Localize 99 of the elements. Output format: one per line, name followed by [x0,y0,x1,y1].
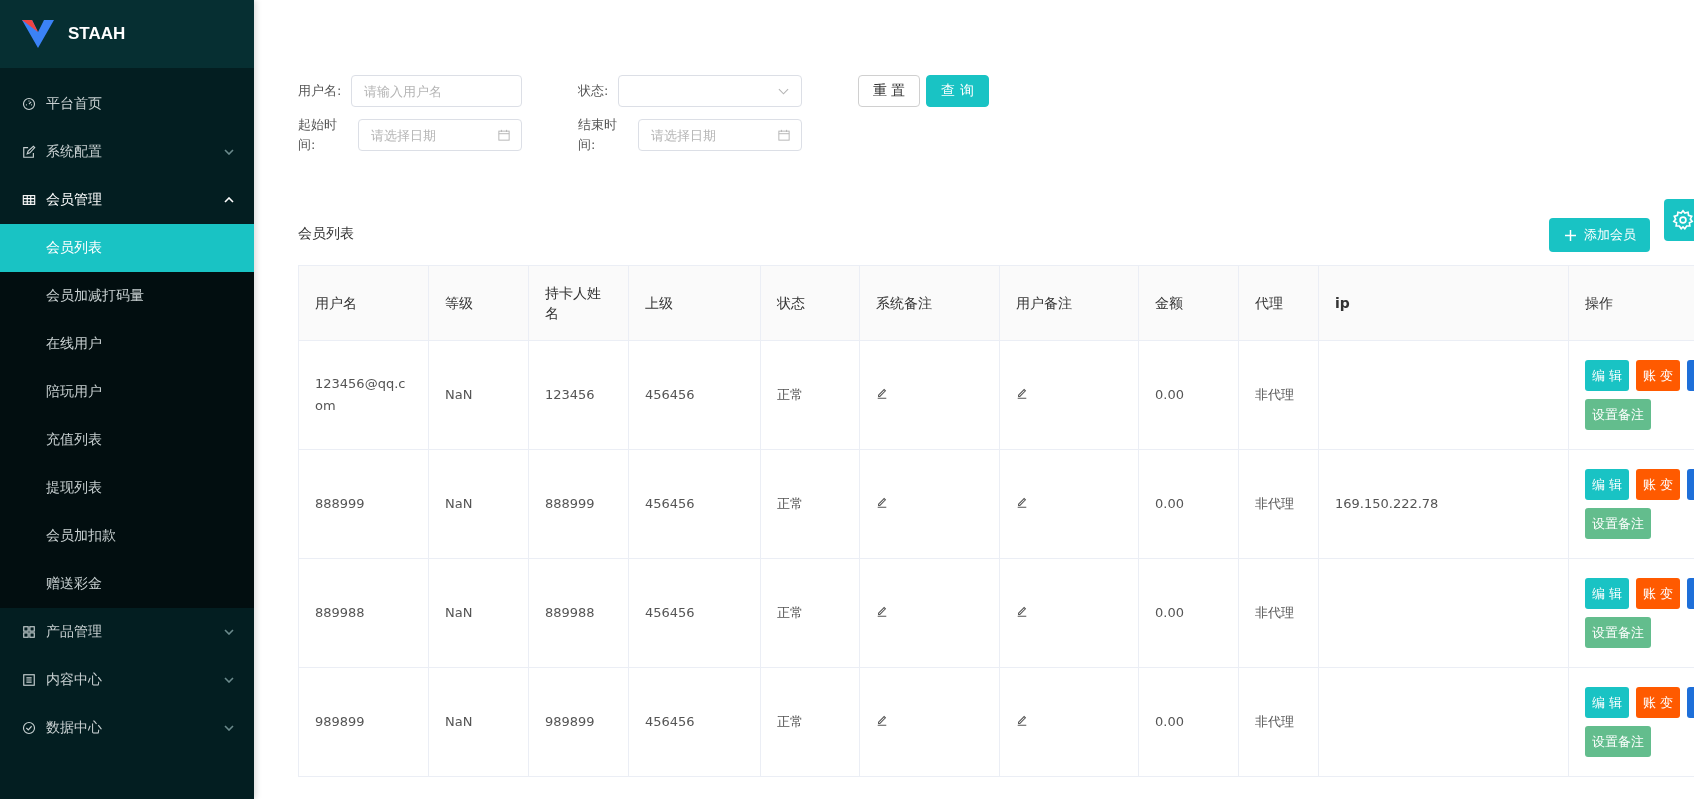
column-header: 用户名 [315,295,357,311]
edit-button[interactable]: 编 辑 [1585,578,1630,609]
submenu-item[interactable]: 赠送彩金 [0,560,254,608]
menu-item[interactable]: 数据中心 [0,704,254,752]
table-cell: 123456@qq.com [315,376,406,413]
pencil-icon[interactable] [876,496,888,508]
submenu-item[interactable]: 提现列表 [0,464,254,512]
grid-icon [22,193,36,207]
column-header: 上级 [645,295,673,311]
table-cell: 456456 [645,496,695,511]
pencil-icon[interactable] [876,387,888,399]
menu-item[interactable]: 会员管理 [0,176,254,224]
table-cell: 989899 [315,714,365,729]
table-cell: 非代理 [1255,605,1294,620]
table-cell: 456456 [645,387,695,402]
edit-icon [22,145,36,159]
ledger-button[interactable]: 账 变 [1636,687,1681,718]
ledger-button[interactable]: 账 变 [1636,578,1681,609]
pencil-icon[interactable] [1016,605,1028,617]
table-cell: 989899 [545,714,595,729]
note-button[interactable]: 设置备注 [1585,508,1651,539]
column-header: 金额 [1155,295,1183,311]
search-button[interactable]: 查 询 [926,75,989,107]
table-cell: 169.150.222.78 [1335,496,1439,511]
submenu-item[interactable]: 会员加扣款 [0,512,254,560]
table-cell: 456456 [645,714,695,729]
table-cell: NaN [445,496,473,511]
note-button[interactable]: 设置备注 [1585,726,1651,757]
pencil-icon[interactable] [1016,496,1028,508]
submenu-item[interactable]: 会员列表 [0,224,254,272]
table-cell: 889988 [315,605,365,620]
pencil-icon[interactable] [1016,387,1028,399]
table-cell: 非代理 [1255,496,1294,511]
dashboard-icon [22,97,36,111]
submenu-item[interactable]: 会员加减打码量 [0,272,254,320]
section-title: 会员列表 [298,225,354,243]
submenu-item[interactable]: 充值列表 [0,416,254,464]
pencil-icon[interactable] [876,714,888,726]
date-field[interactable]: 请选择日期 [638,119,802,151]
column-header: 用户备注 [1016,295,1072,311]
table-cell: 888999 [315,496,365,511]
table-cell: 123456 [545,387,595,402]
check-icon [22,721,36,735]
menu-item[interactable]: 平台首页 [0,80,254,128]
field-label: 状态: [578,82,610,100]
table-cell: 888999 [545,496,595,511]
table-cell: 0.00 [1155,387,1184,402]
field-label: 结束时间: [578,116,618,154]
input-field[interactable]: 请输入用户名 [351,75,522,107]
table-cell: 非代理 [1255,387,1294,402]
date-field[interactable]: 请选择日期 [358,119,522,151]
column-header: 代理 [1255,295,1283,311]
edit-button[interactable]: 编 辑 [1585,469,1630,500]
reset-button[interactable]: 重 置 [858,75,921,107]
column-header: 系统备注 [876,295,932,311]
field-label: 用户名: [298,82,343,100]
select-field[interactable] [618,75,802,107]
table-cell: 889988 [545,605,595,620]
submenu-item[interactable]: 陪玩用户 [0,368,254,416]
submenu-item[interactable]: 在线用户 [0,320,254,368]
ledger-button[interactable]: 账 变 [1636,469,1681,500]
list-icon [22,673,36,687]
menu-item[interactable]: 产品管理 [0,608,254,656]
table-cell: 正常 [777,387,803,402]
field-label: 起始时间: [298,116,338,154]
table-cell: 456456 [645,605,695,620]
table-cell: 非代理 [1255,714,1294,729]
table-cell: 正常 [777,714,803,729]
calendar-icon [498,129,510,141]
table-cell: 0.00 [1155,496,1184,511]
column-header: 状态 [777,295,805,311]
column-header: 持卡人姓名 [545,285,601,321]
table-cell: 正常 [777,496,803,511]
column-header: 操作 [1585,295,1613,311]
chevron-icon [778,87,789,95]
brand-name: STAAH [68,24,126,44]
add-button[interactable]: 添加会员 [1549,218,1650,252]
menu-item[interactable]: 系统配置 [0,128,254,176]
menu-item[interactable]: 内容中心 [0,656,254,704]
note-button[interactable]: 设置备注 [1585,399,1651,430]
edit-button[interactable]: 编 辑 [1585,360,1630,391]
table-cell: 0.00 [1155,605,1184,620]
edit-button[interactable]: 编 辑 [1585,687,1630,718]
table-cell: NaN [445,605,473,620]
column-header: 等级 [445,295,473,311]
table-cell: 0.00 [1155,714,1184,729]
plus-icon [1565,229,1576,241]
table-cell: 正常 [777,605,803,620]
column-header: ip [1335,295,1350,311]
calendar-icon [778,129,790,141]
pencil-icon[interactable] [876,605,888,617]
settings-icon [1672,209,1694,231]
ledger-button[interactable]: 账 变 [1636,360,1681,391]
note-button[interactable]: 设置备注 [1585,617,1651,648]
apps-icon [22,625,36,639]
v-logo-icon [22,20,54,48]
table-cell: NaN [445,387,473,402]
table-cell: NaN [445,714,473,729]
pencil-icon[interactable] [1016,714,1028,726]
